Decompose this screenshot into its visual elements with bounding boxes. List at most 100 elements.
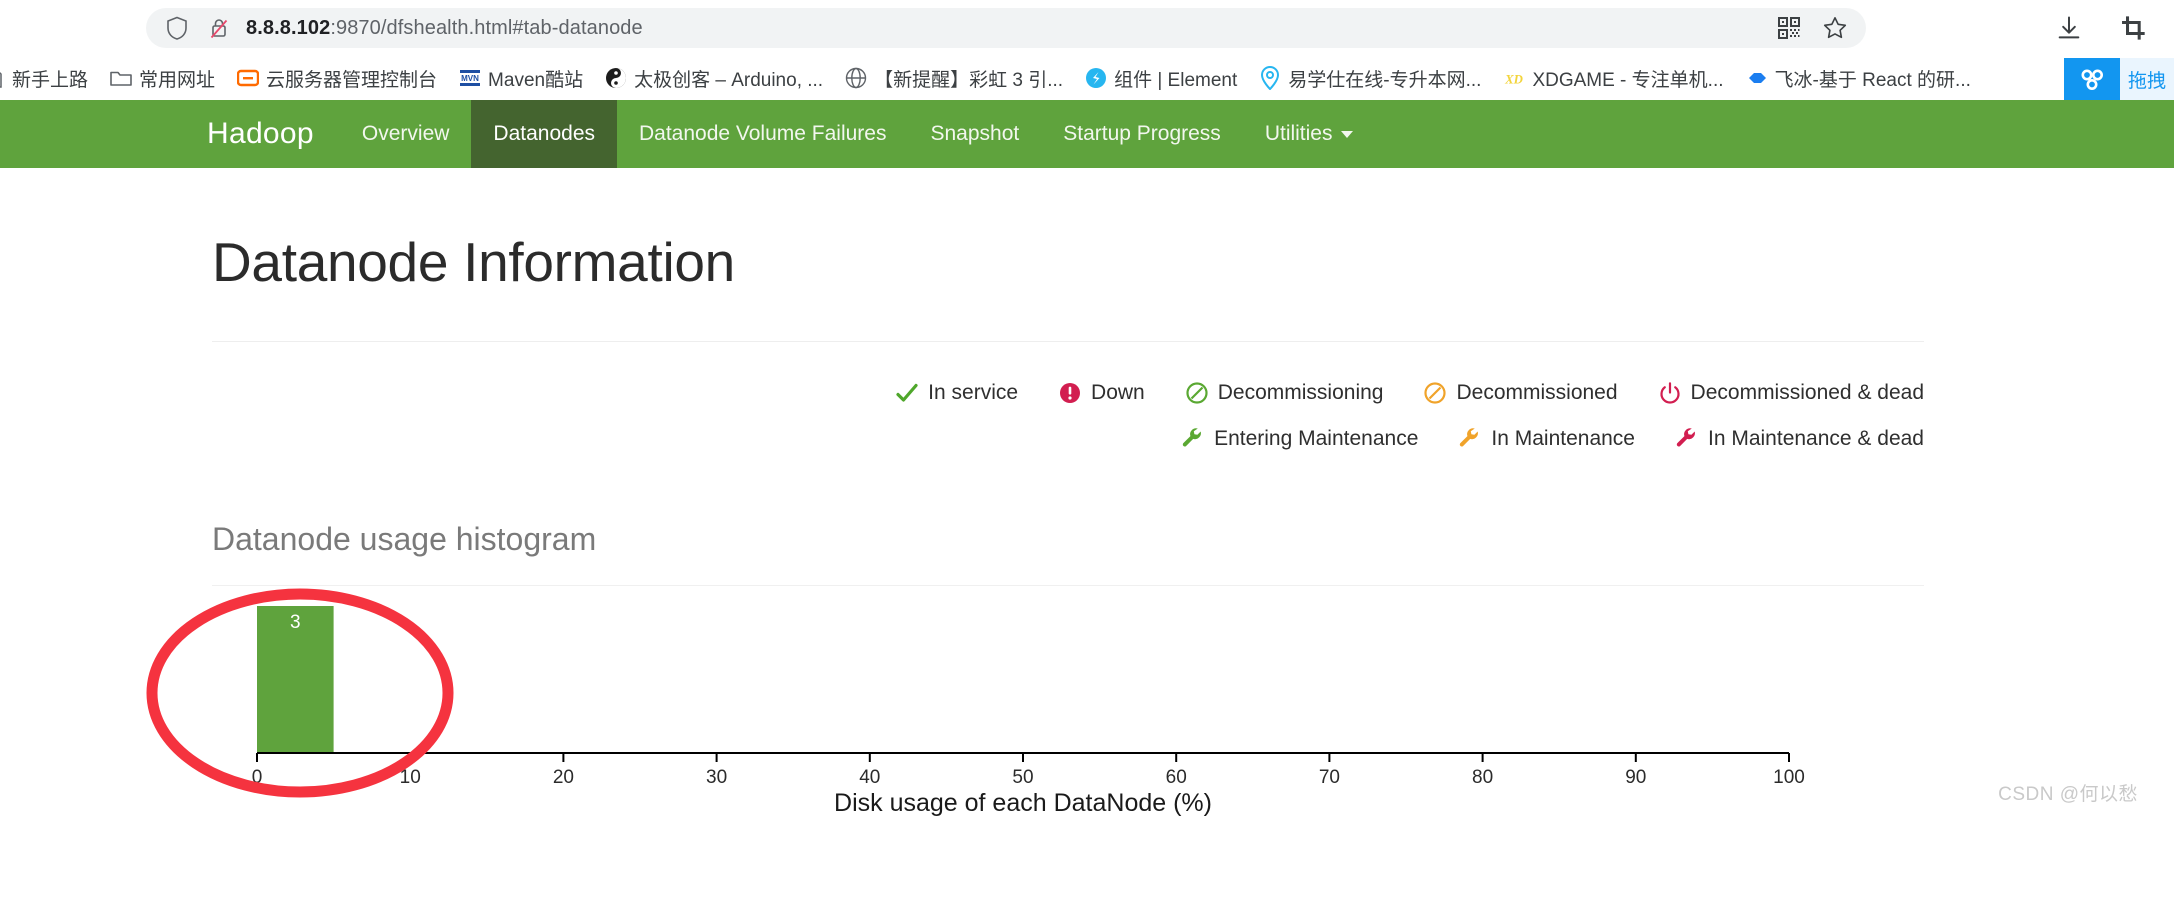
address-bar-url: 8.8.8.102:9870/dfshealth.html#tab-datano… <box>246 17 643 40</box>
bookmark-label: 易学仕在线-专升本网... <box>1288 69 1482 91</box>
aliyun-icon <box>237 67 260 89</box>
legend-label: In Maintenance <box>1491 426 1635 450</box>
bookmark-label: Maven酷站 <box>488 69 584 91</box>
folder-icon <box>110 67 132 89</box>
bookmark-label: 云服务器管理控制台 <box>266 69 438 91</box>
insecure-lock-icon[interactable] <box>204 13 234 43</box>
hadoop-navbar: Hadoop Overview Datanodes Datanode Volum… <box>0 100 2174 168</box>
legend-label: Down <box>1091 381 1145 404</box>
x-axis-tick-label: 90 <box>1625 767 1646 788</box>
legend-item-decommissioning: Decommissioning <box>1185 370 1384 415</box>
location-icon <box>1259 66 1281 90</box>
url-host: 8.8.8.102 <box>246 16 331 39</box>
svg-text:MVN: MVN <box>461 74 479 83</box>
nav-item-overview[interactable]: Overview <box>340 100 472 168</box>
page-title: Datanode Information <box>212 231 735 293</box>
x-axis-tick-label: 60 <box>1166 767 1187 788</box>
bookmark-label: 组件 | Element <box>1114 69 1238 91</box>
shield-icon[interactable] <box>162 13 192 43</box>
power-off-icon <box>1658 381 1682 405</box>
x-axis-tick-label: 0 <box>252 767 263 788</box>
wrench-icon <box>1181 426 1205 450</box>
bookmark-label: XDGAME - 专注单机... <box>1532 69 1724 91</box>
baidu-netdisk-label: 拖拽 <box>2119 58 2174 100</box>
baidu-netdisk-widget[interactable]: 拖拽 <box>2063 58 2174 100</box>
chevron-down-icon <box>1340 130 1353 138</box>
page-content: Datanode Information In service Down Dec… <box>0 230 2174 818</box>
element-icon <box>1085 67 1107 89</box>
bookmark-label: 太极创客 – Arduino, ... <box>634 69 824 91</box>
star-icon[interactable] <box>1820 13 1850 43</box>
bookmark-label: 新手上路 <box>12 69 89 91</box>
histogram-bar-value-label: 3 <box>290 612 301 633</box>
ban-circle-icon <box>1423 381 1447 405</box>
bookmark-item-5[interactable]: 【新提醒】彩虹 3 引... <box>834 61 1074 96</box>
legend-item-decommissioned-and-dead: Decommissioned & dead <box>1658 370 1924 415</box>
exclamation-circle-icon <box>1058 381 1082 405</box>
legend-item-in-maintenance: In Maintenance <box>1458 416 1635 461</box>
x-axis-tick-label: 20 <box>553 767 574 788</box>
nav-item-utilities-label: Utilities <box>1264 122 1333 145</box>
x-axis-tick-label: 100 <box>1773 767 1805 788</box>
ice-icon <box>1746 67 1768 89</box>
nav-item-datanode-volume-failures[interactable]: Datanode Volume Failures <box>617 100 908 168</box>
ban-circle-icon <box>1185 381 1209 405</box>
download-icon[interactable] <box>2054 13 2084 43</box>
bookmark-item-3[interactable]: MVN Maven酷站 <box>448 61 594 96</box>
title-divider <box>212 341 1924 342</box>
legend-item-decommissioned: Decommissioned <box>1423 370 1618 415</box>
maven-icon: MVN <box>459 67 481 89</box>
bookmark-item-2[interactable]: 云服务器管理控制台 <box>226 61 448 96</box>
nav-item-snapshot[interactable]: Snapshot <box>908 100 1041 168</box>
nav-item-startup-progress[interactable]: Startup Progress <box>1041 100 1243 168</box>
nav-item-datanodes[interactable]: Datanodes <box>471 100 617 168</box>
wrench-icon <box>1675 426 1699 450</box>
legend-item-down: Down <box>1058 370 1145 415</box>
datanode-usage-histogram-chart: 3 0 10 20 30 40 50 60 70 80 90 100 Disk usage of eac… <box>146 586 1924 818</box>
bookmark-label: 常用网址 <box>139 69 216 91</box>
histogram-title: Datanode usage histogram <box>212 521 597 557</box>
x-axis-title: Disk usage of each DataNode (%) <box>834 789 1212 816</box>
qr-code-icon[interactable] <box>1774 13 1804 43</box>
csdn-watermark: CSDN @何以愁 <box>1998 783 2138 805</box>
x-axis-tick-label: 50 <box>1012 767 1033 788</box>
legend-item-entering-maintenance: Entering Maintenance <box>1181 416 1418 461</box>
legend-label: Decommissioned & dead <box>1690 381 1924 404</box>
legend-label: Decommissioning <box>1217 381 1384 404</box>
bookmark-item-7[interactable]: 易学仕在线-专升本网... <box>1248 61 1492 96</box>
bookmark-label: 【新提醒】彩虹 3 引... <box>874 69 1064 91</box>
wrench-icon <box>1458 426 1482 450</box>
bookmarks-bar: 新手上路 常用网址 云服务器管理控制台 MVN Maven酷站 太极创客 – A… <box>0 56 2174 100</box>
xdgame-icon: XD <box>1503 67 1525 89</box>
baidu-netdisk-icon[interactable] <box>2063 58 2120 100</box>
brand-hadoop[interactable]: Hadoop <box>207 100 340 168</box>
taiji-icon <box>605 67 627 89</box>
legend-label: In service <box>928 381 1019 404</box>
legend-item-in-service: In service <box>895 370 1018 415</box>
x-axis-tick-label: 10 <box>400 767 421 788</box>
legend-label: In Maintenance & dead <box>1708 426 1924 450</box>
x-axis-tick-label: 30 <box>706 767 727 788</box>
page-icon <box>0 67 5 89</box>
bookmark-item-9[interactable]: 飞冰-基于 React 的研... <box>1735 61 1982 96</box>
toolbar-right-actions <box>2054 0 2148 56</box>
browser-toolbar: 8.8.8.102:9870/dfshealth.html#tab-datano… <box>0 0 2174 56</box>
legend-row-2: Entering Maintenance In Maintenance In M… <box>212 416 1924 462</box>
url-path: :9870/dfshealth.html#tab-datanode <box>330 16 643 39</box>
x-axis-tick-label: 80 <box>1472 767 1493 788</box>
bookmark-item-6[interactable]: 组件 | Element <box>1074 61 1248 96</box>
bookmark-item-0[interactable]: 新手上路 <box>0 61 99 96</box>
legend-item-in-maintenance-and-dead: In Maintenance & dead <box>1675 416 1924 461</box>
bookmark-item-4[interactable]: 太极创客 – Arduino, ... <box>594 61 834 96</box>
svg-text:XD: XD <box>1505 73 1524 87</box>
legend-row-1: In service Down Decommissioning Decommis… <box>212 370 1924 416</box>
bookmark-item-1[interactable]: 常用网址 <box>99 61 226 96</box>
legend-label: Decommissioned <box>1456 381 1618 404</box>
content-container: Datanode Information In service Down Dec… <box>146 230 1924 818</box>
check-icon <box>895 381 919 405</box>
screenshot-crop-icon[interactable] <box>2118 13 2148 43</box>
nav-item-utilities[interactable]: Utilities <box>1243 100 1375 168</box>
address-bar[interactable]: 8.8.8.102:9870/dfshealth.html#tab-datano… <box>146 8 1866 48</box>
globe-icon <box>845 67 867 89</box>
bookmark-item-8[interactable]: XD XDGAME - 专注单机... <box>1492 61 1734 96</box>
